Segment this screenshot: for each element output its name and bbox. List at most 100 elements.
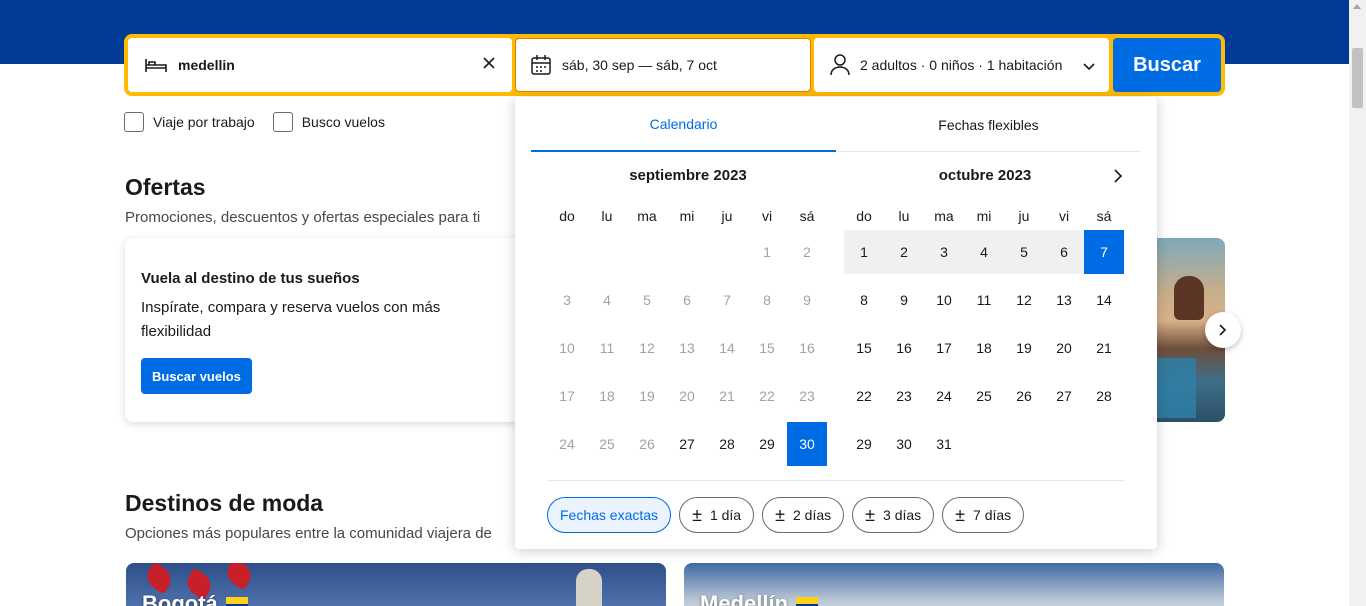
calendar-day[interactable]: 3 — [924, 230, 964, 274]
chip-label[interactable]: 2 días — [793, 507, 831, 523]
calendar-day[interactable]: 28 — [1084, 374, 1124, 418]
destination-card-medellin[interactable]: Medellín — [684, 563, 1224, 606]
calendar-day[interactable]: 14 — [1084, 278, 1124, 322]
calendar-day[interactable]: 4 — [964, 230, 1004, 274]
offer-image-person — [1174, 276, 1204, 320]
calendar-day[interactable]: 19 — [1004, 326, 1044, 370]
search-options: Viaje por trabajo Busco vuelos — [124, 112, 385, 132]
calendar-day[interactable]: 8 — [844, 278, 884, 322]
calendar-day[interactable]: 10 — [924, 278, 964, 322]
calendar-day: 11 — [599, 340, 615, 356]
calendar-day: 14 — [719, 340, 735, 356]
flight-offer-card: Vuela al destino de tus sueños Inspírate… — [125, 238, 545, 422]
destination-card-bogota[interactable]: Bogotá — [126, 563, 666, 606]
calendar-day[interactable]: 12 — [1004, 278, 1044, 322]
work-trip-checkbox[interactable]: Viaje por trabajo — [124, 112, 255, 132]
search-flights-button[interactable]: Buscar vuelos — [141, 358, 252, 394]
calendar-day[interactable]: 29 — [747, 422, 787, 466]
plus-minus-icon: ± — [865, 505, 876, 525]
chip-label[interactable]: 7 días — [973, 507, 1011, 523]
flights-label[interactable]: Busco vuelos — [302, 114, 385, 130]
empty-day — [547, 230, 587, 278]
day-grid: 1 2 3 4 5 6 7 8 9 10 11 12 13 14 15 16 17 18 19 20 21 22 23 24 2… — [547, 230, 829, 470]
weekday-label: vi — [761, 208, 773, 224]
calendar-day[interactable]: 15 — [844, 326, 884, 370]
scrollbar-thumb[interactable] — [1352, 48, 1363, 108]
plus-minus-icon: ± — [955, 505, 966, 525]
calendar-day: 13 — [679, 340, 695, 356]
calendar-day: 16 — [799, 340, 815, 356]
calendar-day[interactable]: 28 — [707, 422, 747, 466]
chip-1-day[interactable]: ±1 día — [679, 497, 755, 533]
calendar-day[interactable]: 5 — [1004, 230, 1044, 274]
search-button[interactable]: Buscar — [1113, 38, 1221, 92]
scroll-up-arrow-icon[interactable] — [1353, 4, 1361, 9]
colombia-flag-icon — [225, 597, 248, 606]
calendar-day[interactable]: 7 — [1084, 230, 1124, 274]
work-trip-label[interactable]: Viaje por trabajo — [153, 114, 255, 130]
person-icon — [830, 54, 850, 76]
weekday-label: do — [856, 208, 872, 224]
weekday-label: mi — [976, 208, 992, 224]
chip-label[interactable]: Fechas exactas — [560, 507, 658, 523]
calendar-day[interactable]: 24 — [924, 374, 964, 418]
calendar-day[interactable]: 27 — [1044, 374, 1084, 418]
guests-value[interactable]: 2 adultos · 0 niños · 1 habitación — [860, 57, 1062, 73]
next-month-button[interactable] — [1108, 166, 1128, 186]
calendar-day[interactable]: 13 — [1044, 278, 1084, 322]
weekday-label: do — [559, 208, 575, 224]
calendar-day[interactable]: 23 — [884, 374, 924, 418]
weekday-label: ma — [934, 208, 954, 224]
dates-field[interactable]: sáb, 30 sep — sáb, 7 oct — [515, 38, 811, 92]
calendar-day: 1 — [763, 244, 771, 260]
calendar-day[interactable]: 30 — [884, 422, 924, 466]
calendar-day[interactable]: 16 — [884, 326, 924, 370]
calendar-day[interactable]: 1 — [844, 230, 884, 274]
dates-value[interactable]: sáb, 30 sep — sáb, 7 oct — [562, 57, 717, 73]
calendar-day: 18 — [599, 388, 615, 404]
calendar-day: 25 — [599, 436, 615, 452]
calendar-day: 3 — [563, 292, 571, 308]
calendar-day[interactable]: 21 — [1084, 326, 1124, 370]
calendar-day[interactable]: 18 — [964, 326, 1004, 370]
guests-field[interactable]: 2 adultos · 0 niños · 1 habitación — [814, 38, 1109, 92]
calendar-day[interactable]: 2 — [884, 230, 924, 274]
chip-7-days[interactable]: ±7 días — [942, 497, 1025, 533]
page-scrollbar[interactable] — [1349, 0, 1366, 606]
destination-field[interactable]: medellin — [128, 38, 512, 92]
calendar-day[interactable]: 22 — [844, 374, 884, 418]
calendar-day: 4 — [603, 292, 611, 308]
calendar-day[interactable]: 6 — [1044, 230, 1084, 274]
destination-name-text: Medellín — [700, 591, 789, 606]
divider — [547, 480, 1125, 481]
chip-exact-dates[interactable]: Fechas exactas — [547, 497, 672, 533]
carousel-next-button[interactable] — [1205, 312, 1241, 348]
calendar-day: 24 — [559, 436, 575, 452]
chip-3-days[interactable]: ±3 días — [852, 497, 935, 533]
calendar-day[interactable]: 31 — [924, 422, 964, 466]
calendar-day[interactable]: 20 — [1044, 326, 1084, 370]
checkbox-box[interactable] — [272, 112, 293, 132]
checkbox-box[interactable] — [124, 112, 144, 132]
calendar-day[interactable]: 29 — [844, 422, 884, 466]
chip-label[interactable]: 1 día — [710, 507, 741, 523]
calendar-day: 2 — [803, 244, 811, 260]
destination-value[interactable]: medellin — [178, 57, 235, 73]
date-picker-tabs: Calendario Fechas flexibles — [531, 97, 1141, 152]
calendar-day[interactable]: 9 — [884, 278, 924, 322]
calendar-day: 7 — [723, 292, 731, 308]
chip-2-days[interactable]: ±2 días — [762, 497, 845, 533]
chip-label[interactable]: 3 días — [883, 507, 921, 523]
calendar-day[interactable]: 27 — [667, 422, 707, 466]
flights-checkbox[interactable]: Busco vuelos — [272, 112, 385, 132]
calendar-day[interactable]: 26 — [1004, 374, 1044, 418]
chevron-down-icon[interactable] — [1083, 58, 1095, 74]
calendar-day: 5 — [643, 292, 651, 308]
tab-calendar[interactable]: Calendario — [531, 97, 836, 152]
calendar-day[interactable]: 17 — [924, 326, 964, 370]
calendar-day[interactable]: 30 — [787, 422, 827, 466]
calendar-day[interactable]: 11 — [964, 278, 1004, 322]
tab-flexible-dates[interactable]: Fechas flexibles — [836, 97, 1141, 152]
calendar-day[interactable]: 25 — [964, 374, 1004, 418]
clear-destination-icon[interactable] — [482, 56, 496, 73]
